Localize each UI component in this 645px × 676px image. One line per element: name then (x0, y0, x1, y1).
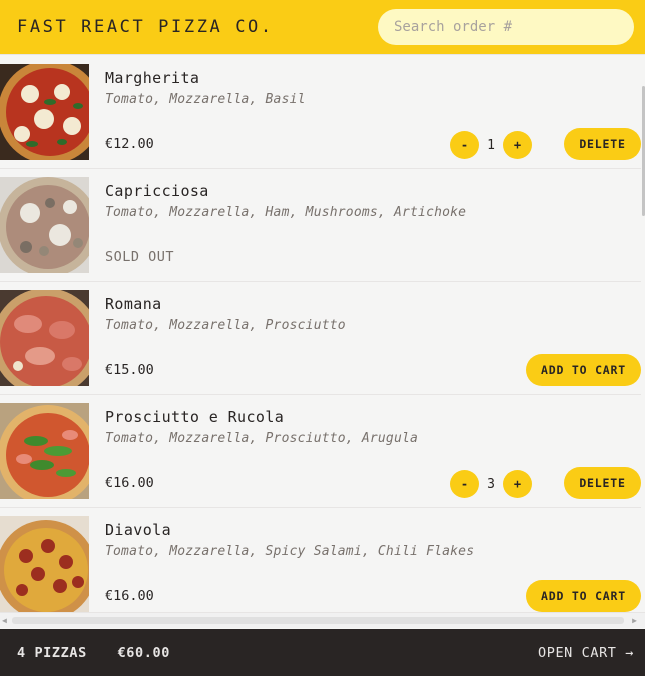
pizza-price: €12.00 (105, 136, 154, 152)
cart-summary: 4 PIZZAS €60.00 (17, 645, 192, 661)
menu-item-capricciosa: Capricciosa Tomato, Mozzarella, Ham, Mus… (0, 169, 641, 282)
scroll-right-arrow-icon[interactable]: ▶ (632, 616, 637, 625)
brand-logo-link[interactable]: FAST REACT PIZZA CO. (17, 17, 274, 37)
cart-pizza-count: 4 PIZZAS (17, 644, 87, 661)
quantity-stepper: - 3 + (450, 470, 532, 498)
decrease-quantity-button[interactable]: - (450, 131, 479, 159)
quantity-value: 3 (487, 476, 495, 492)
delete-button[interactable]: DELETE (564, 128, 641, 160)
app-header: FAST REACT PIZZA CO. (0, 0, 645, 55)
add-to-cart-button[interactable]: ADD TO CART (526, 354, 641, 386)
pizza-image (0, 516, 89, 612)
search-order-input[interactable] (378, 9, 634, 45)
increase-quantity-button[interactable]: + (503, 131, 532, 159)
pizza-ingredients: Tomato, Mozzarella, Basil (105, 92, 306, 107)
pizza-ingredients: Tomato, Mozzarella, Prosciutto, Arugula (105, 431, 419, 446)
horizontal-scrollbar-thumb[interactable] (12, 617, 624, 624)
cart-overview: 4 PIZZAS €60.00 OPEN CART → (0, 629, 645, 676)
pizza-ingredients: Tomato, Mozzarella, Ham, Mushrooms, Arti… (105, 205, 467, 220)
pizza-image (0, 290, 89, 386)
pizza-price: €15.00 (105, 362, 154, 378)
quantity-stepper: - 1 + (450, 131, 532, 159)
menu-item-romana: Romana Tomato, Mozzarella, Prosciutto €1… (0, 282, 641, 395)
increase-quantity-button[interactable]: + (503, 470, 532, 498)
pizza-name: Romana (105, 295, 162, 313)
scroll-left-arrow-icon[interactable]: ◀ (2, 616, 7, 625)
pizza-name: Diavola (105, 521, 172, 539)
vertical-scrollbar[interactable] (641, 56, 645, 612)
quantity-value: 1 (487, 137, 495, 153)
pizza-price: €16.00 (105, 588, 154, 604)
pizza-image (0, 403, 89, 499)
delete-button[interactable]: DELETE (564, 467, 641, 499)
decrease-quantity-button[interactable]: - (450, 470, 479, 498)
menu-item-margherita: Margherita Tomato, Mozzarella, Basil €12… (0, 56, 641, 169)
sold-out-label: SOLD OUT (105, 249, 175, 265)
pizza-name: Capricciosa (105, 182, 209, 200)
pizza-price: €16.00 (105, 475, 154, 491)
pizza-ingredients: Tomato, Mozzarella, Spicy Salami, Chili … (105, 544, 475, 559)
pizza-name: Margherita (105, 69, 200, 87)
pizza-image (0, 177, 89, 273)
pizza-image (0, 64, 89, 160)
horizontal-scrollbar[interactable]: ◀ ▶ (0, 612, 645, 628)
menu-list: Margherita Tomato, Mozzarella, Basil €12… (0, 56, 641, 612)
pizza-name: Prosciutto e Rucola (105, 408, 285, 426)
menu-item-prosciutto-e-rucola: Prosciutto e Rucola Tomato, Mozzarella, … (0, 395, 641, 508)
cart-total-price: €60.00 (117, 644, 170, 661)
open-cart-link[interactable]: OPEN CART → (538, 645, 634, 661)
pizza-ingredients: Tomato, Mozzarella, Prosciutto (105, 318, 346, 333)
add-to-cart-button[interactable]: ADD TO CART (526, 580, 641, 612)
menu-item-diavola: Diavola Tomato, Mozzarella, Spicy Salami… (0, 508, 641, 612)
